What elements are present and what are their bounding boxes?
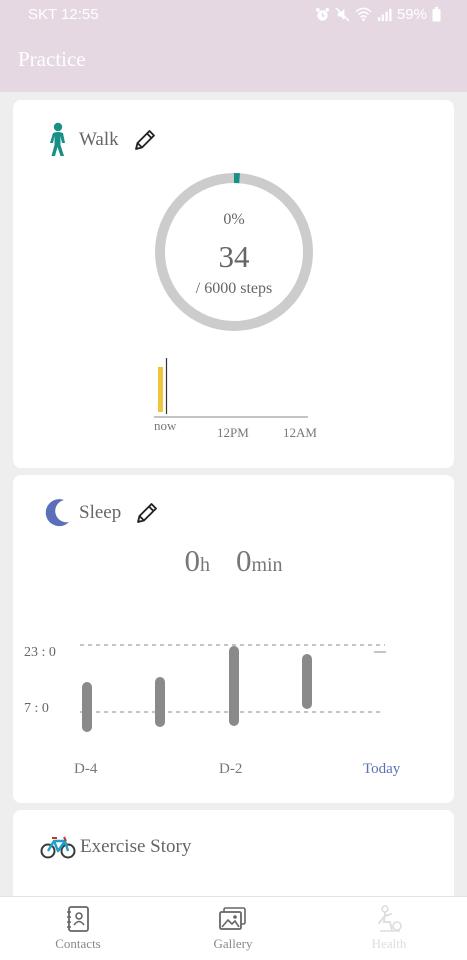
sleep-chart [80, 644, 386, 732]
step-goal: / 6000 steps [195, 280, 273, 297]
exercise-card[interactable]: Exercise Story [13, 810, 454, 896]
sleep-x-label-today: Today [363, 761, 401, 777]
health-exercise-icon [378, 905, 402, 932]
walk-card[interactable]: Walk 0% 34 / 6000 steps now 12PM 12AM [13, 100, 454, 468]
contacts-book-icon [67, 906, 89, 932]
step-timeline-chart [154, 358, 308, 418]
moon-icon [45, 499, 69, 527]
nav-health[interactable]: Health [339, 905, 439, 952]
sleep-hours-value: 0 [184, 543, 200, 578]
walk-header: Walk [43, 122, 157, 158]
sleep-header: Sleep [43, 497, 159, 529]
sleep-hours-unit: h [199, 554, 210, 576]
edit-walk-pencil-icon[interactable] [133, 128, 157, 152]
nav-gallery-label: Gallery [213, 936, 253, 951]
nav-gallery[interactable]: Gallery [183, 905, 283, 952]
nav-contacts-label: Contacts [55, 936, 101, 951]
gallery-picture-icon [219, 907, 246, 930]
axis-label-12pm: 12PM [217, 425, 249, 440]
step-timeline-bar [158, 367, 163, 412]
sleep-card[interactable]: Sleep 0h 0min 23 : 0 7 : 0 D-4 D-2 Today [13, 475, 454, 803]
battery-percent: 59% [396, 6, 427, 23]
step-count: 34 [218, 239, 250, 274]
edit-sleep-pencil-icon[interactable] [135, 501, 159, 525]
exercise-title: Exercise Story [80, 836, 192, 857]
page-title: Practice [18, 47, 86, 71]
step-percent: 0% [223, 211, 245, 228]
sleep-title: Sleep [79, 502, 122, 523]
app-bar: SKT 12:55 59% Practice [0, 0, 467, 92]
battery-icon [432, 7, 441, 22]
axis-label-now: now [154, 418, 177, 433]
walking-person-icon [50, 122, 65, 156]
status-icons: 59% [315, 6, 441, 23]
status-carrier-time: SKT 12:55 [28, 6, 99, 23]
bicycle-icon [40, 836, 76, 859]
clock-label: 12:55 [61, 6, 99, 23]
alarm-icon [315, 7, 330, 21]
sleep-minutes-unit: min [251, 554, 283, 576]
sleep-minutes-value: 0 [235, 543, 252, 578]
status-bar: SKT 12:55 59% [0, 0, 467, 30]
wifi-icon [355, 7, 372, 22]
exercise-header: Exercise Story [40, 834, 191, 860]
sleep-y-label-7: 7 : 0 [24, 701, 49, 716]
carrier-label: SKT [28, 6, 57, 23]
sleep-x-label-d4: D-4 [74, 761, 98, 777]
nav-contacts[interactable]: Contacts [28, 905, 128, 952]
nav-health-label: Health [371, 936, 407, 951]
signal-icon [377, 8, 392, 22]
sleep-x-label-d2: D-2 [219, 761, 243, 777]
bottom-nav: Contacts Gallery Health [0, 896, 467, 960]
walk-title: Walk [79, 129, 119, 150]
mute-icon [335, 7, 350, 22]
sleep-duration: 0h 0min [13, 543, 454, 579]
sleep-y-label-23: 23 : 0 [24, 645, 56, 660]
axis-label-12am: 12AM [283, 425, 317, 440]
